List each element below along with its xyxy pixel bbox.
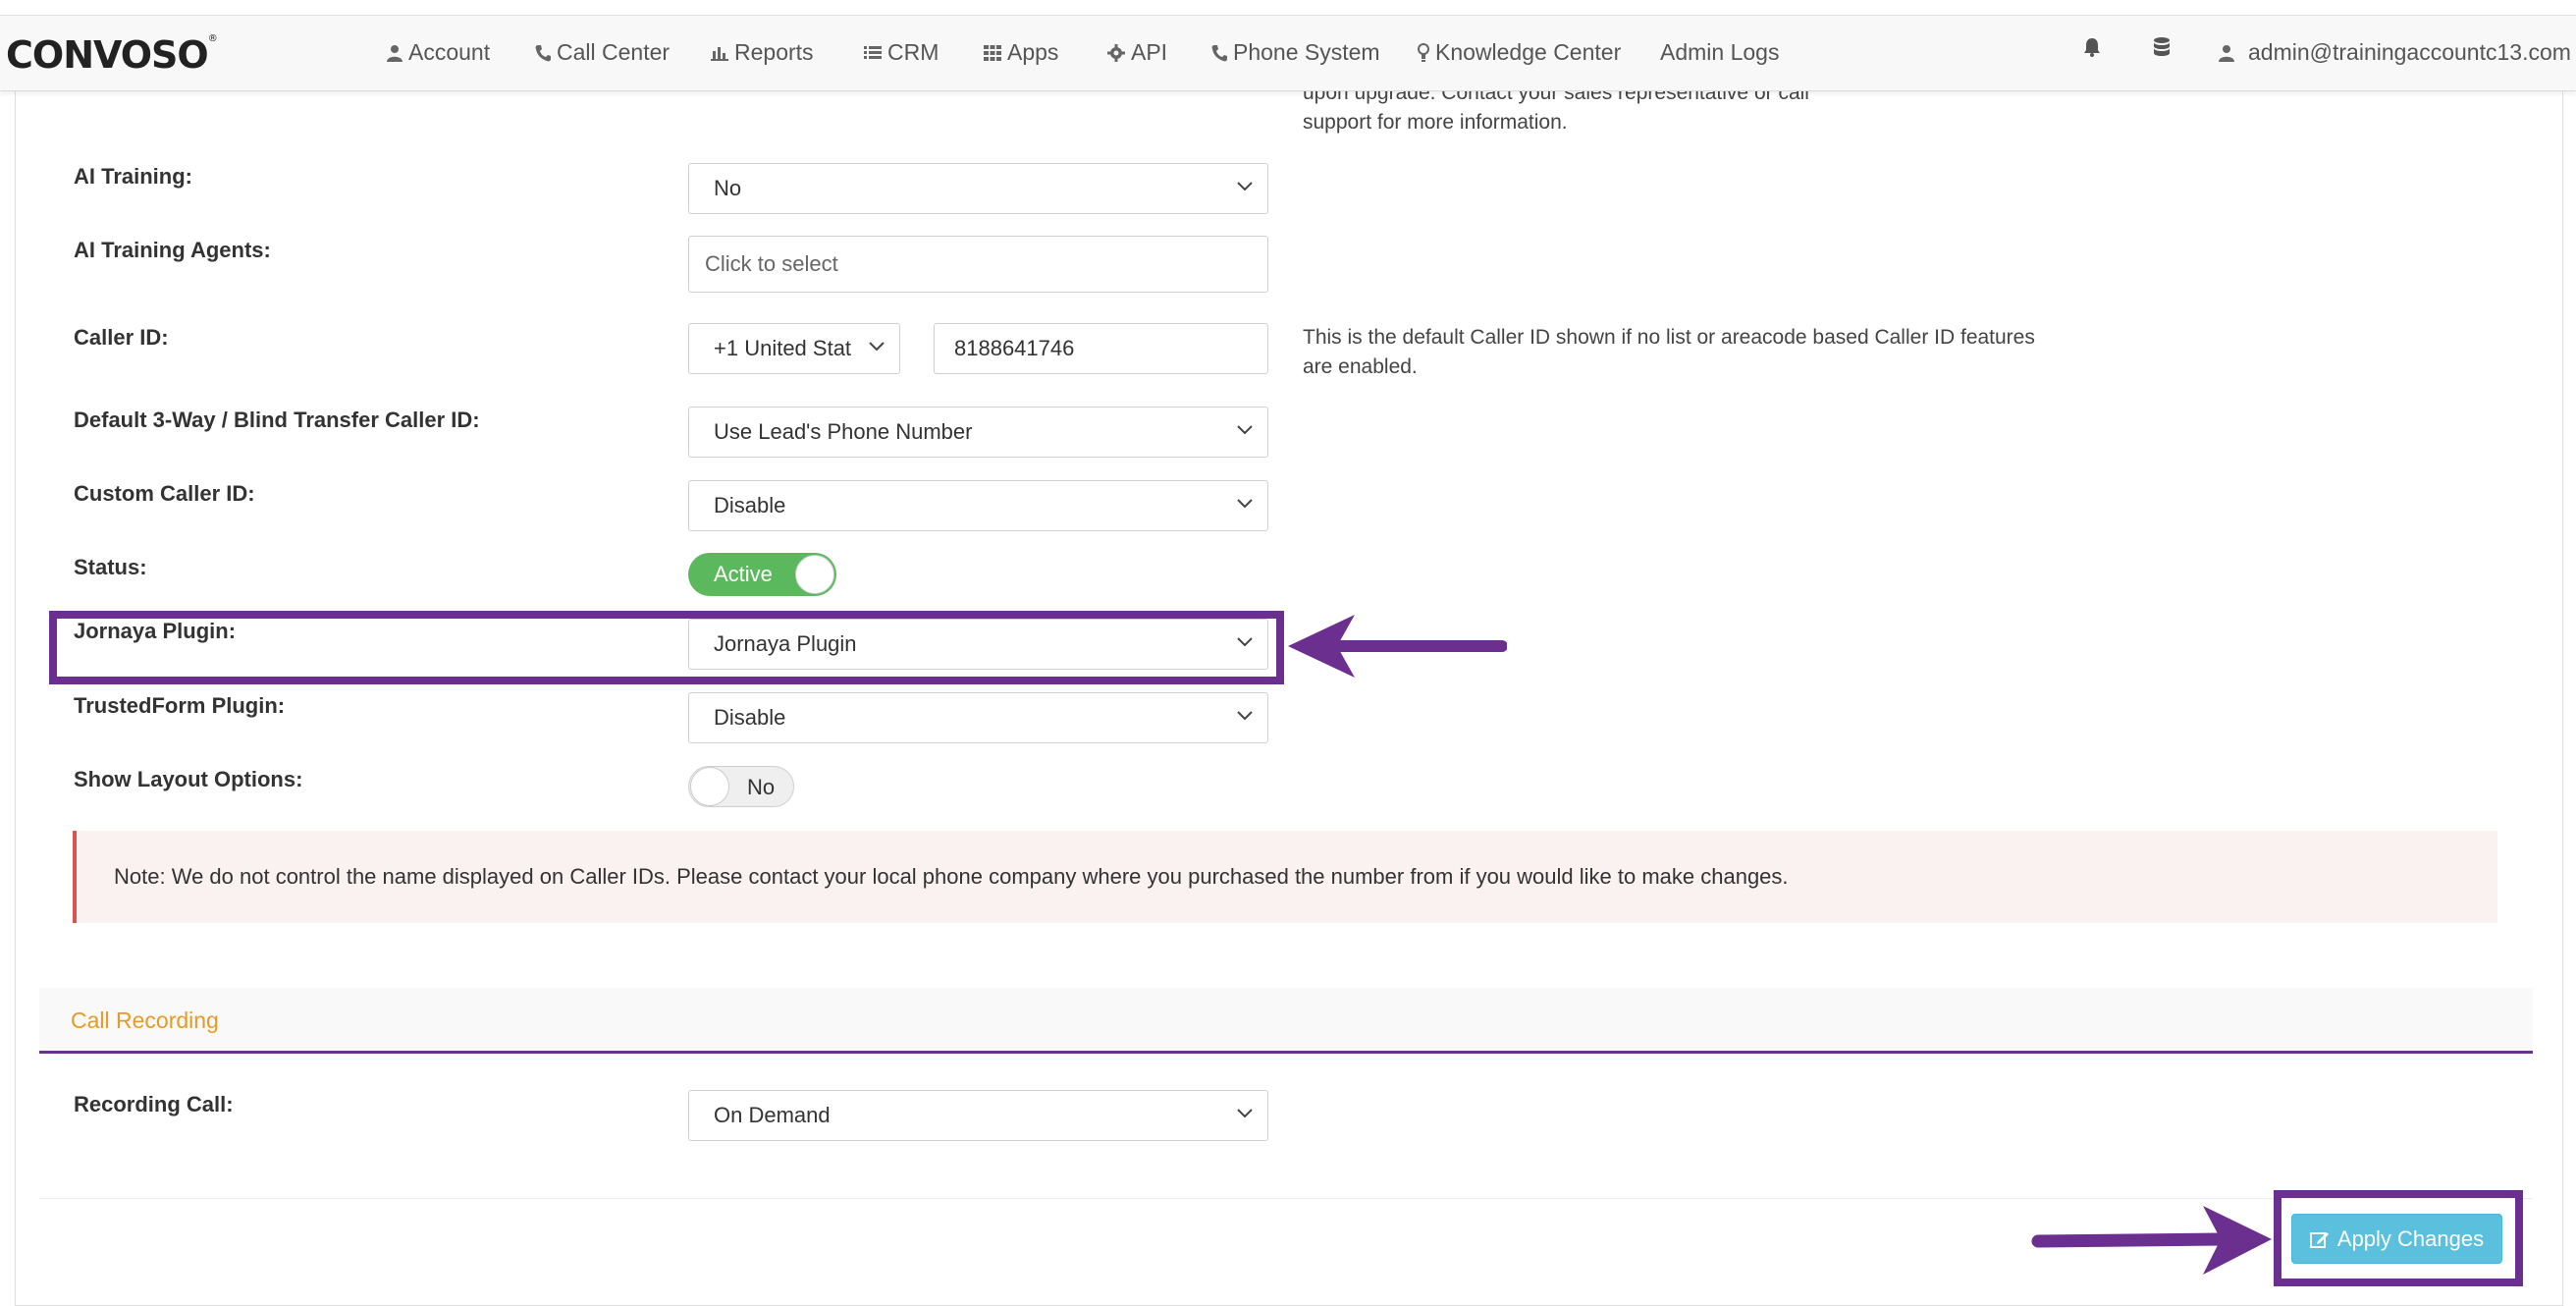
- user-email: admin@trainingaccountc13.com: [2248, 39, 2571, 65]
- transfer-caller-id-value: Use Lead's Phone Number: [714, 419, 973, 444]
- nav-account-label: Account: [408, 39, 491, 65]
- upgrade-note-line2: support for more information.: [1303, 111, 1568, 134]
- caller-id-number-input[interactable]: 8188641746: [934, 323, 1268, 374]
- top-navbar: CONVOSO® Account Call Center Reports CRM…: [0, 16, 2576, 91]
- footer-divider: [39, 1198, 2533, 1199]
- ai-training-select[interactable]: No: [688, 163, 1268, 214]
- logo-text: CONVOSO: [6, 33, 209, 77]
- trustedform-plugin-value: Disable: [714, 705, 786, 730]
- jornaya-highlight-box: [49, 611, 1284, 684]
- caller-id-note: Note: We do not control the name display…: [73, 831, 2497, 923]
- user-icon: [387, 44, 402, 62]
- ai-training-agents-placeholder: Click to select: [705, 251, 838, 276]
- nav-crm[interactable]: CRM: [864, 39, 939, 66]
- jornaya-arrow: [1288, 615, 1507, 678]
- ai-training-label: AI Training:: [74, 164, 192, 189]
- apply-highlight-box: [2274, 1190, 2523, 1286]
- nav-admin-logs-label: Admin Logs: [1660, 39, 1780, 65]
- nav-api-label: API: [1131, 39, 1168, 65]
- call-recording-section-header: Call Recording: [39, 988, 2533, 1054]
- grid-icon: [984, 44, 1001, 61]
- call-recording-title: Call Recording: [71, 1007, 219, 1033]
- caller-id-country-select[interactable]: +1 United Stat: [688, 323, 900, 374]
- nav-crm-label: CRM: [887, 39, 939, 65]
- recording-call-label: Recording Call:: [74, 1092, 234, 1116]
- status-toggle[interactable]: Active: [688, 553, 836, 596]
- lightbulb-icon: [1418, 42, 1429, 62]
- caller-id-help-line1: This is the default Caller ID shown if n…: [1303, 326, 2035, 349]
- nav-knowledge-center[interactable]: Knowledge Center: [1418, 39, 1621, 66]
- status-label: Status:: [74, 555, 147, 579]
- caller-id-help-line2: are enabled.: [1303, 355, 1418, 378]
- top-strip: [0, 0, 2576, 16]
- nav-phone-system-label: Phone System: [1233, 39, 1380, 65]
- status-toggle-label: Active: [714, 562, 773, 586]
- list-icon: [864, 45, 882, 59]
- nav-reports[interactable]: Reports: [711, 39, 814, 66]
- phone-icon: [535, 44, 551, 61]
- nav-call-center[interactable]: Call Center: [535, 39, 670, 66]
- bell-icon[interactable]: [2083, 37, 2101, 57]
- show-layout-options-label: Show Layout Options:: [74, 767, 303, 791]
- convoso-logo[interactable]: CONVOSO®: [6, 33, 218, 77]
- toggle-knob: [795, 555, 834, 594]
- nav-admin-logs[interactable]: Admin Logs: [1660, 39, 1779, 66]
- trustedform-plugin-label: TrustedForm Plugin:: [74, 693, 286, 718]
- nav-reports-label: Reports: [734, 39, 814, 65]
- transfer-caller-id-select[interactable]: Use Lead's Phone Number: [688, 407, 1268, 458]
- custom-caller-id-value: Disable: [714, 493, 786, 517]
- show-layout-options-toggle[interactable]: No: [688, 766, 794, 807]
- recording-call-value: On Demand: [714, 1103, 831, 1127]
- chevron-down-icon: [1237, 1109, 1253, 1118]
- apply-arrow: [2031, 1206, 2272, 1275]
- ai-training-agents-label: AI Training Agents:: [74, 238, 271, 262]
- caller-id-help: This is the default Caller ID shown if n…: [1303, 323, 2035, 382]
- caller-id-number-value: 8188641746: [954, 336, 1075, 360]
- custom-caller-id-select[interactable]: Disable: [688, 480, 1268, 531]
- nav-account[interactable]: Account: [387, 39, 490, 66]
- nav-apps-label: Apps: [1007, 39, 1059, 65]
- user-icon: [2219, 44, 2234, 62]
- gear-icon: [1107, 43, 1125, 62]
- show-layout-options-toggle-label: No: [747, 775, 776, 799]
- ai-training-agents-input[interactable]: Click to select: [688, 236, 1268, 293]
- chevron-down-icon: [1237, 425, 1253, 435]
- toggle-knob: [690, 767, 729, 806]
- trustedform-plugin-select[interactable]: Disable: [688, 692, 1268, 743]
- caller-id-country-value: +1 United Stat: [714, 336, 852, 360]
- chevron-down-icon: [1237, 711, 1253, 721]
- phone-icon: [1211, 44, 1227, 61]
- chevron-down-icon: [1237, 182, 1253, 191]
- bar-chart-icon: [711, 46, 728, 61]
- ai-training-value: No: [714, 176, 742, 200]
- caller-id-label: Caller ID:: [74, 325, 169, 350]
- settings-panel: [15, 91, 2563, 1306]
- user-menu[interactable]: admin@trainingaccountc13.com: [2219, 39, 2571, 66]
- transfer-caller-id-label: Default 3-Way / Blind Transfer Caller ID…: [74, 408, 480, 432]
- nav-knowledge-center-label: Knowledge Center: [1435, 39, 1622, 65]
- nav-call-center-label: Call Center: [557, 39, 671, 65]
- custom-caller-id-label: Custom Caller ID:: [74, 481, 255, 506]
- chevron-down-icon: [1237, 499, 1253, 509]
- recording-call-select[interactable]: On Demand: [688, 1090, 1268, 1141]
- caller-id-note-text: Note: We do not control the name display…: [114, 864, 1789, 889]
- database-icon[interactable]: [2153, 37, 2171, 57]
- nav-apps[interactable]: Apps: [984, 39, 1058, 66]
- chevron-down-icon: [869, 342, 885, 352]
- nav-api[interactable]: API: [1107, 39, 1167, 66]
- nav-phone-system[interactable]: Phone System: [1211, 39, 1380, 66]
